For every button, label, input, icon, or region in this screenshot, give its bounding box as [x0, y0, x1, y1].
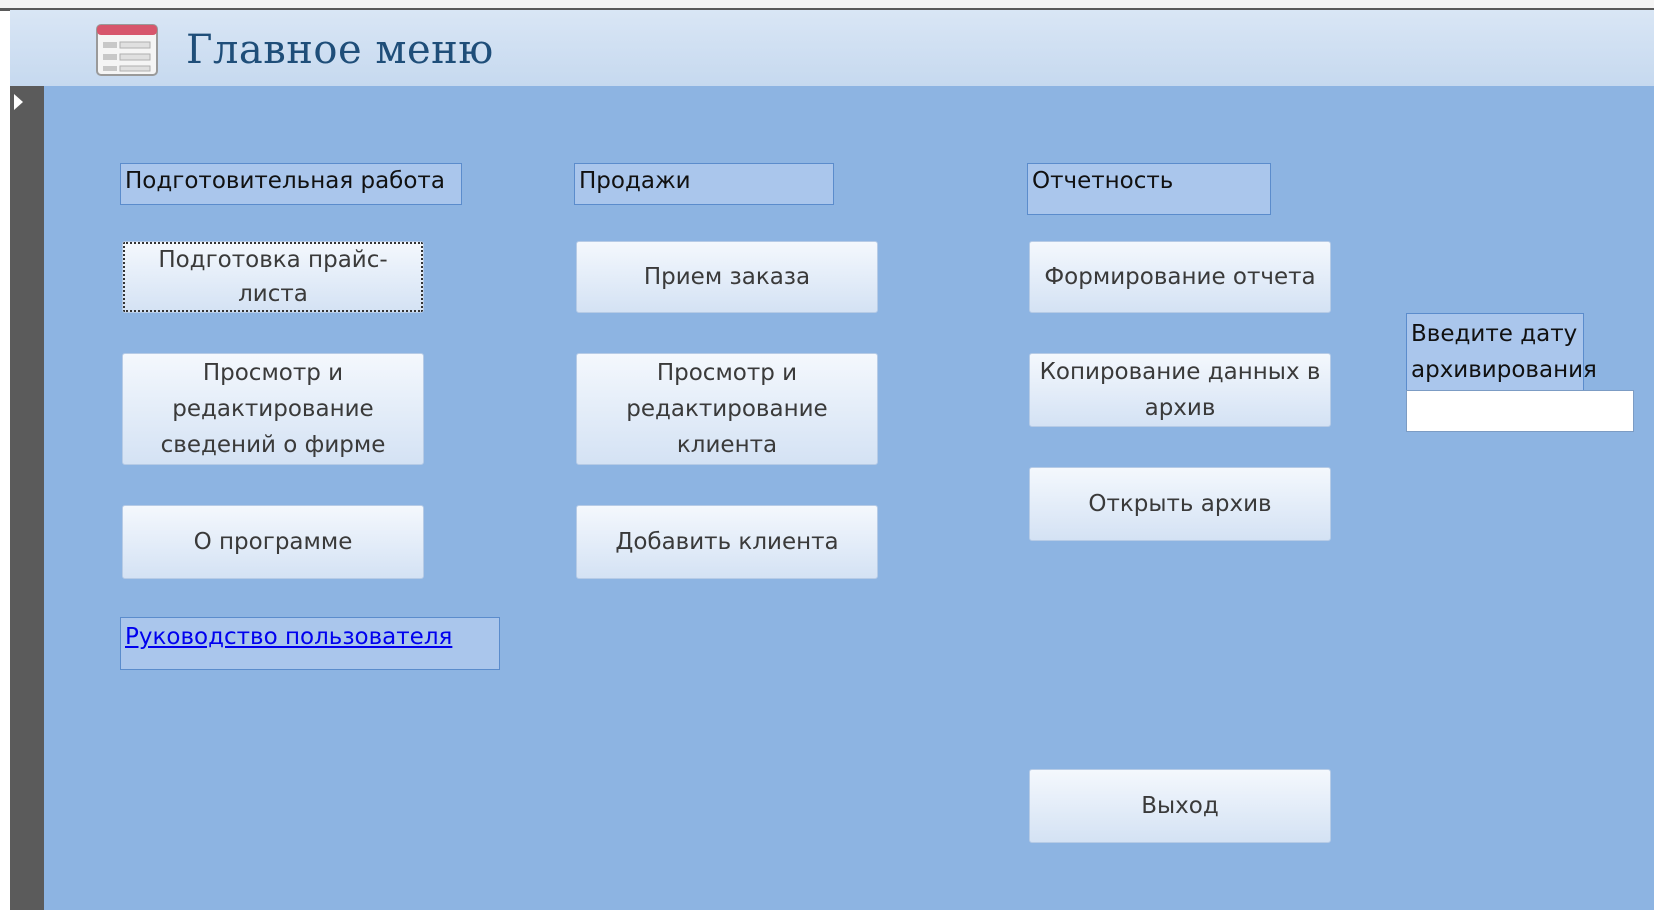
window-top-strip [0, 0, 1654, 11]
user-guide-link-box: Руководство пользователя [120, 617, 500, 670]
form-title: Главное меню [186, 27, 494, 73]
price-list-button[interactable]: Подготовка прайс-листа [122, 241, 424, 313]
firm-info-button[interactable]: Просмотр и редактирование сведений о фир… [122, 353, 424, 465]
section-label-sales: Продажи [574, 163, 834, 205]
archive-date-input[interactable] [1406, 390, 1634, 432]
copy-archive-button[interactable]: Копирование данных в архив [1029, 353, 1331, 427]
about-button[interactable]: О программе [122, 505, 424, 579]
open-archive-button[interactable]: Открыть архив [1029, 467, 1331, 541]
section-label-preparation: Подготовительная работа [120, 163, 462, 205]
section-label-reporting: Отчетность [1027, 163, 1271, 215]
user-guide-link[interactable]: Руководство пользователя [125, 624, 452, 650]
report-button[interactable]: Формирование отчета [1029, 241, 1331, 313]
add-client-button[interactable]: Добавить клиента [576, 505, 878, 579]
form-detail [44, 86, 1654, 910]
client-edit-button[interactable]: Просмотр и редактирование клиента [576, 353, 878, 465]
exit-button[interactable]: Выход [1029, 769, 1331, 843]
order-button[interactable]: Прием заказа [576, 241, 878, 313]
record-arrow-icon [14, 94, 23, 110]
record-selector[interactable] [10, 86, 44, 910]
archive-date-label: Введите дату архивирования [1406, 313, 1597, 391]
form-icon [96, 24, 158, 76]
